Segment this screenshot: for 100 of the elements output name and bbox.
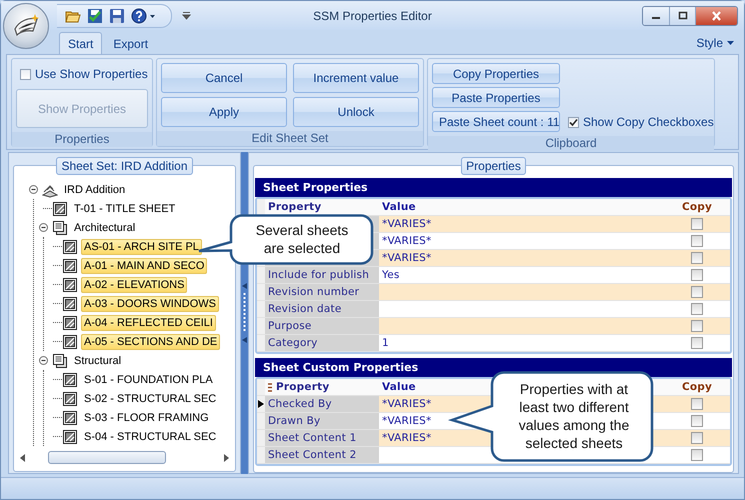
maximize-icon (678, 11, 688, 20)
grip-icon (268, 382, 272, 392)
sheet-icon (62, 258, 78, 274)
tree-item[interactable]: IRD Addition (61, 182, 128, 198)
checkbox-label: Show Copy Checkboxes (583, 115, 714, 129)
property-name: Revision number (268, 286, 360, 298)
tree-item[interactable]: AS-01 - ARCH SITE PL (81, 238, 202, 254)
ribbon-button[interactable]: Cancel (161, 63, 287, 93)
section-header: Sheet Properties (255, 178, 732, 197)
scrollbar-thumb[interactable] (48, 451, 166, 464)
collapse-icon[interactable] (38, 223, 48, 232)
checkbox[interactable] (691, 252, 703, 264)
sheet-icon (62, 390, 78, 406)
tree-item[interactable]: S-02 - STRUCTURAL SEC (81, 390, 220, 406)
checkbox[interactable] (691, 415, 703, 428)
panel-title: Properties (461, 157, 526, 175)
close-button[interactable] (695, 6, 737, 24)
checkbox[interactable] (691, 303, 703, 316)
tree-item[interactable]: Architectural (71, 220, 138, 236)
property-name: Sheet Content 1 (268, 432, 356, 444)
tree-item[interactable]: A-05 - SECTIONS AND DE (81, 334, 220, 350)
checkbox[interactable] (20, 68, 31, 80)
ribbon-button[interactable]: Paste Properties (432, 87, 560, 108)
group-title: Clipboard (545, 136, 597, 150)
property-name: Include for publish (268, 269, 370, 281)
ribbon-tab[interactable]: Start (59, 32, 102, 54)
property-value[interactable]: *VARIES* (382, 432, 432, 444)
save-all-icon[interactable] (87, 8, 103, 24)
property-value[interactable]: *VARIES* (382, 218, 432, 230)
window-title: SSM Properties Editor (313, 8, 432, 22)
tree-item[interactable]: Structural (71, 352, 124, 368)
ribbon-button[interactable]: Copy Properties (432, 63, 560, 84)
tree-item[interactable]: A-02 - ELEVATIONS (81, 276, 188, 292)
property-value[interactable]: *VARIES* (382, 252, 432, 264)
group-title: Properties (54, 132, 110, 146)
property-value[interactable]: *VARIES* (382, 415, 432, 427)
tree-item[interactable]: T-01 - TITLE SHEET (71, 200, 178, 216)
sheet-icon (62, 334, 78, 350)
row-header[interactable] (257, 396, 265, 412)
arrow-left-icon (242, 283, 247, 289)
checkbox[interactable] (691, 218, 703, 230)
checkbox[interactable] (691, 432, 703, 444)
tree-item[interactable]: A-03 - DOORS WINDOWS (81, 296, 220, 312)
sheet-icon (52, 200, 68, 216)
grip-icon (243, 293, 246, 333)
ribbon-button[interactable]: Increment value (293, 63, 419, 93)
callout-text: Properties with at least two different values among the selected sheets (518, 380, 630, 452)
property-name: Checked By (268, 398, 332, 410)
panel-title: Sheet Set: IRD Addition (56, 157, 193, 175)
scroll-right-icon[interactable] (221, 452, 231, 462)
close-icon (711, 10, 722, 20)
ribbon-button[interactable]: Paste Sheet count : 11 (432, 111, 560, 132)
property-value[interactable]: *VARIES* (382, 235, 432, 247)
property-name: Purpose (268, 320, 312, 332)
ribbon-button[interactable]: Unlock (293, 97, 419, 127)
property-value[interactable]: 1 (382, 337, 389, 349)
tree-item[interactable]: S-03 - FLOOR FRAMING (81, 410, 212, 426)
column-header[interactable]: Value (382, 381, 416, 393)
ribbon-tab[interactable]: Export (104, 32, 158, 54)
tree-item[interactable]: S-01 - FOUNDATION PLA (81, 372, 216, 388)
checkbox[interactable] (691, 398, 703, 410)
collapse-icon[interactable] (38, 356, 48, 365)
checkbox[interactable] (691, 337, 703, 350)
tree-item[interactable]: S-04 - STRUCTURAL SEC (81, 428, 220, 444)
checkbox-label: Use Show Properties (35, 67, 148, 81)
checkbox[interactable] (691, 320, 703, 332)
property-name: Sheet Content 2 (268, 449, 356, 461)
sheet-icon (62, 428, 78, 444)
callout-text: Several sheets are selected (254, 221, 350, 257)
sheet-icon (62, 314, 78, 330)
checkbox[interactable] (568, 116, 579, 128)
sheet-icon (62, 410, 78, 426)
scroll-left-icon[interactable] (18, 452, 28, 462)
property-name: Revision date (268, 303, 342, 315)
tree-item[interactable]: A-04 - REFLECTED CEILI (81, 314, 216, 330)
tree-item[interactable]: A-01 - MAIN AND SECO (81, 258, 208, 274)
checkbox[interactable] (691, 269, 703, 282)
save-icon[interactable] (109, 8, 125, 24)
caret-icon (727, 41, 734, 45)
property-name: Drawn By (268, 415, 320, 427)
property-value[interactable]: Yes (382, 269, 400, 281)
help-icon[interactable] (131, 8, 157, 24)
sheet-icon (62, 276, 78, 292)
customize-icon[interactable] (182, 11, 191, 20)
ribbon-button[interactable]: Apply (161, 97, 287, 127)
minimize-button[interactable] (643, 6, 669, 24)
group-title: Edit Sheet Set (252, 131, 328, 145)
arrow-left-icon (242, 337, 247, 343)
property-value[interactable]: *VARIES* (382, 398, 432, 410)
checkbox[interactable] (691, 449, 703, 462)
sheet-icon (62, 372, 78, 388)
checkbox[interactable] (691, 235, 703, 248)
sheets-stack-icon (52, 220, 68, 236)
sheet-icon (62, 238, 78, 254)
maximize-button[interactable] (669, 6, 695, 24)
column-header[interactable]: Value (382, 201, 416, 213)
checkbox[interactable] (691, 286, 703, 298)
sheets-stack-icon (52, 352, 68, 368)
style-menu[interactable]: Style (696, 36, 734, 50)
collapse-icon[interactable] (28, 185, 38, 194)
